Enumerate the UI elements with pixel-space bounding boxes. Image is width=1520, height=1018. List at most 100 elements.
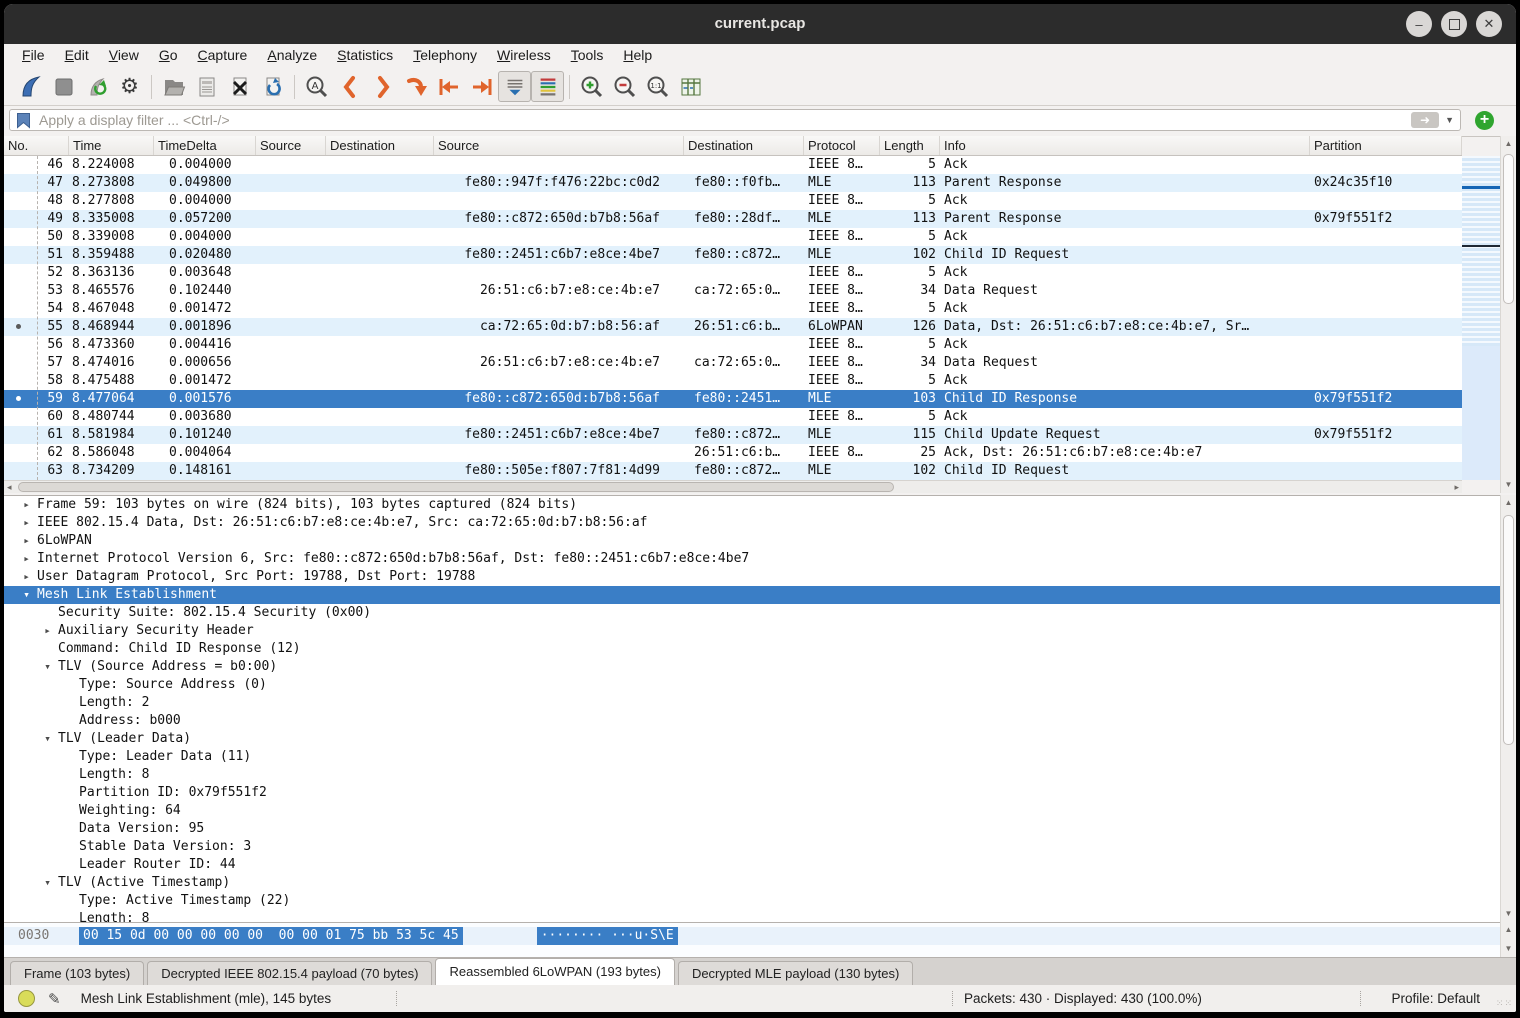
packet-row[interactable]: 55 8.468944 0.001896 ca:72:65:0d:b7:b8:5…	[4, 318, 1462, 336]
open-file-button[interactable]	[157, 71, 190, 102]
scroll-up-arrow[interactable]: ▲	[1501, 137, 1516, 151]
detail-row[interactable]: ▸ Auxiliary Security Header	[4, 622, 1500, 640]
packet-row[interactable]: 62 8.586048 0.004064 26:51:c6:b… IEEE 8……	[4, 444, 1462, 462]
byte-view-tab[interactable]: Frame (103 bytes)	[10, 961, 144, 985]
scroll-left-arrow[interactable]: ◂	[7, 481, 12, 493]
packet-bytes-pane[interactable]: 0030 00 15 0d 00 00 00 00 00 00 00 01 75…	[4, 922, 1500, 957]
detail-row[interactable]: Stable Data Version: 3	[4, 838, 1500, 856]
capture-options-button[interactable]: ⚙	[113, 71, 146, 102]
column-header[interactable]: Partition	[1310, 136, 1462, 155]
packet-row[interactable]: 51 8.359488 0.020480 fe80::2451:c6b7:e8c…	[4, 246, 1462, 264]
hex-row[interactable]: 0030 00 15 0d 00 00 00 00 00 00 00 01 75…	[4, 927, 1500, 945]
expander-arrow[interactable]: ▸	[16, 514, 37, 532]
packet-row[interactable]: 59 8.477064 0.001576 fe80::c872:650d:b7b…	[4, 390, 1462, 408]
go-to-packet-button[interactable]	[399, 71, 432, 102]
menu-item[interactable]: Statistics	[327, 44, 403, 68]
detail-row[interactable]: ▸ IEEE 802.15.4 Data, Dst: 26:51:c6:b7:e…	[4, 514, 1500, 532]
detail-row[interactable]: Partition ID: 0x79f551f2	[4, 784, 1500, 802]
packet-row[interactable]: 53 8.465576 0.102440 26:51:c6:b7:e8:ce:4…	[4, 282, 1462, 300]
packet-row[interactable]: 54 8.467048 0.001472 IEEE 8… 5 Ack	[4, 300, 1462, 318]
maximize-button[interactable]	[1441, 11, 1467, 37]
scroll-up-arrow[interactable]: ▲	[1501, 923, 1516, 937]
filter-bookmark-icon[interactable]	[16, 112, 31, 129]
zoom-in-button[interactable]	[575, 71, 608, 102]
expander-arrow[interactable]	[58, 748, 79, 766]
colorize-button[interactable]	[531, 71, 564, 102]
detail-row[interactable]: Weighting: 64	[4, 802, 1500, 820]
minimize-button[interactable]: –	[1406, 11, 1432, 37]
expander-arrow[interactable]: ▸	[16, 568, 37, 586]
expander-arrow[interactable]: ▾	[37, 874, 58, 892]
menu-item[interactable]: Tools	[561, 44, 614, 68]
detail-row[interactable]: ▾ TLV (Source Address = b0:00)	[4, 658, 1500, 676]
packet-row[interactable]: 63 8.734209 0.148161 fe80::505e:f807:7f8…	[4, 462, 1462, 480]
menu-item[interactable]: Edit	[55, 44, 99, 68]
filter-dropdown-caret[interactable]: ▼	[1441, 115, 1460, 125]
detail-row[interactable]: ▸ 6LoWPAN	[4, 532, 1500, 550]
byte-view-tab[interactable]: Decrypted IEEE 802.15.4 payload (70 byte…	[147, 961, 432, 985]
capture-comment-icon[interactable]: ✎	[48, 990, 61, 1008]
byte-view-tab[interactable]: Decrypted MLE payload (130 bytes)	[678, 961, 913, 985]
detail-row[interactable]: Security Suite: 802.15.4 Security (0x00)	[4, 604, 1500, 622]
detail-row[interactable]: ▸ Frame 59: 103 bytes on wire (824 bits)…	[4, 496, 1500, 514]
expander-arrow[interactable]	[58, 712, 79, 730]
packet-row[interactable]: 61 8.581984 0.101240 fe80::2451:c6b7:e8c…	[4, 426, 1462, 444]
menu-item[interactable]: Wireless	[487, 44, 561, 68]
detail-row[interactable]: Data Version: 95	[4, 820, 1500, 838]
expert-info-icon[interactable]	[18, 990, 35, 1007]
column-header[interactable]: Destination	[684, 136, 804, 155]
packet-row[interactable]: 52 8.363136 0.003648 IEEE 8… 5 Ack	[4, 264, 1462, 282]
scroll-right-arrow[interactable]: ▸	[1454, 481, 1459, 493]
detail-row[interactable]: Address: b000	[4, 712, 1500, 730]
detail-row[interactable]: Type: Active Timestamp (22)	[4, 892, 1500, 910]
detail-row[interactable]: ▸ User Datagram Protocol, Src Port: 1978…	[4, 568, 1500, 586]
hex-ascii-selected[interactable]: ········ ···u·S\E	[537, 927, 678, 945]
expander-arrow[interactable]: ▾	[37, 730, 58, 748]
expander-arrow[interactable]	[58, 856, 79, 874]
packet-list-hscrollbar[interactable]: ◂ ▸	[4, 480, 1462, 493]
auto-scroll-button[interactable]	[498, 71, 531, 102]
first-packet-button[interactable]	[432, 71, 465, 102]
packet-row[interactable]: 60 8.480744 0.003680 IEEE 8… 5 Ack	[4, 408, 1462, 426]
expander-arrow[interactable]: ▸	[16, 496, 37, 514]
expander-arrow[interactable]	[58, 892, 79, 910]
menu-item[interactable]: View	[99, 44, 149, 68]
resize-grip[interactable]: ⁙⁙	[1496, 998, 1513, 1009]
packet-row[interactable]: 58 8.475488 0.001472 IEEE 8… 5 Ack	[4, 372, 1462, 390]
byte-view-tab[interactable]: Reassembled 6LoWPAN (193 bytes)	[435, 958, 674, 985]
scroll-down-arrow[interactable]: ▼	[1501, 942, 1516, 956]
scroll-down-arrow[interactable]: ▼	[1501, 907, 1516, 921]
start-capture-button[interactable]	[14, 71, 47, 102]
expander-arrow[interactable]	[58, 766, 79, 784]
hex-bytes-selected[interactable]: 00 15 0d 00 00 00 00 00 00 00 01 75 bb 5…	[79, 927, 463, 945]
next-packet-button[interactable]	[366, 71, 399, 102]
column-header[interactable]: TimeDelta	[154, 136, 256, 155]
detail-vscrollbar[interactable]: ▲ ▼	[1500, 495, 1516, 922]
packet-row[interactable]: 57 8.474016 0.000656 26:51:c6:b7:e8:ce:4…	[4, 354, 1462, 372]
add-filter-button[interactable]: +	[1475, 111, 1494, 130]
titlebar[interactable]: current.pcap – ✕	[4, 4, 1516, 44]
detail-row[interactable]: Length: 8	[4, 910, 1500, 922]
apply-filter-button[interactable]: ➜	[1411, 112, 1439, 128]
hscroll-thumb[interactable]	[18, 482, 894, 492]
detail-row[interactable]: Command: Child ID Response (12)	[4, 640, 1500, 658]
detail-row[interactable]: Type: Source Address (0)	[4, 676, 1500, 694]
menu-item[interactable]: Telephony	[403, 44, 487, 68]
expander-arrow[interactable]	[37, 604, 58, 622]
expander-arrow[interactable]	[58, 784, 79, 802]
vscroll-thumb[interactable]	[1503, 154, 1514, 304]
menu-item[interactable]: Go	[149, 44, 188, 68]
restart-capture-button[interactable]	[80, 71, 113, 102]
close-file-button[interactable]	[223, 71, 256, 102]
expander-arrow[interactable]	[37, 640, 58, 658]
packet-row[interactable]: 47 8.273808 0.049800 fe80::947f:f476:22b…	[4, 174, 1462, 192]
menu-item[interactable]: File	[12, 44, 55, 68]
detail-row[interactable]: ▾ TLV (Active Timestamp)	[4, 874, 1500, 892]
reload-file-button[interactable]	[256, 71, 289, 102]
expander-arrow[interactable]	[58, 676, 79, 694]
expander-arrow[interactable]: ▸	[16, 532, 37, 550]
packet-row[interactable]: 48 8.277808 0.004000 IEEE 8… 5 Ack	[4, 192, 1462, 210]
last-packet-button[interactable]	[465, 71, 498, 102]
packet-row[interactable]: 46 8.224008 0.004000 IEEE 8… 5 Ack	[4, 156, 1462, 174]
expander-arrow[interactable]	[58, 694, 79, 712]
